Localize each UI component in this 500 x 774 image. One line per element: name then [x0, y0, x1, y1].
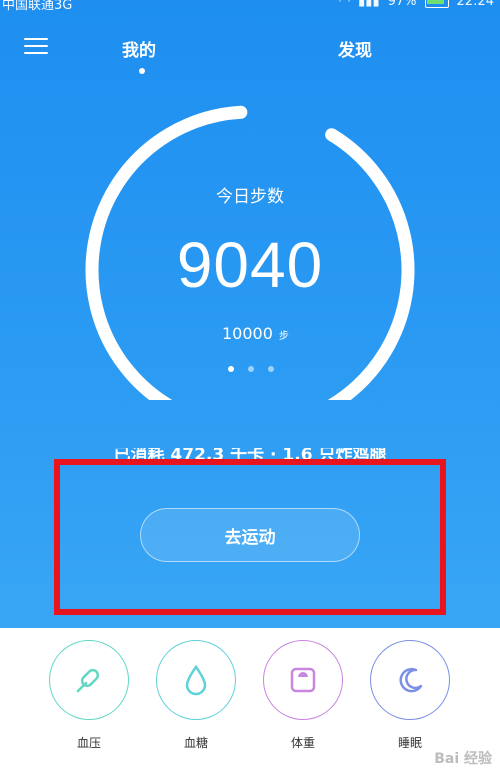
steps-count: 9040 — [176, 229, 324, 301]
clock: 22:24 — [456, 0, 494, 9]
metric-blood-pressure[interactable]: 血压 — [47, 640, 131, 751]
metric-circle — [370, 640, 450, 720]
carrier-label: 中国联通3G — [2, 0, 73, 13]
blood-pressure-icon — [76, 668, 100, 693]
metric-label: 血压 — [76, 736, 101, 750]
wifi-icon: ◠ — [338, 0, 351, 9]
metric-blood-sugar[interactable]: 血糖 — [154, 640, 238, 751]
health-metrics-bar: 血压 血糖 体重 睡眠 Bai 经验 — [0, 628, 500, 774]
metric-sleep[interactable]: 睡眠 — [368, 640, 452, 751]
steps-goal-value: 10000 — [222, 324, 273, 343]
metric-circle — [49, 640, 129, 720]
watermark: Bai 经验 — [434, 751, 492, 767]
blood-drop-icon — [185, 664, 207, 696]
highlight-annotation — [54, 459, 446, 615]
steps-goal: 10000 步 — [222, 324, 289, 343]
battery-percent: 97% — [387, 0, 417, 9]
metric-weight[interactable]: 体重 — [261, 640, 345, 751]
tab-mine[interactable]: 我的 — [122, 36, 156, 61]
metric-label: 血糖 — [183, 736, 208, 750]
page-indicator — [228, 366, 274, 372]
signal-icon: ▮▮▮ — [358, 0, 380, 9]
battery-icon — [424, 0, 449, 8]
steps-title: 今日步数 — [216, 187, 284, 207]
tab-discover[interactable]: 发现 — [338, 36, 372, 61]
page-dot — [268, 366, 274, 372]
scale-icon — [290, 667, 316, 693]
page-dot — [248, 366, 254, 372]
metric-circle — [263, 640, 343, 720]
active-tab-indicator — [139, 68, 145, 74]
steps-goal-unit: 步 — [278, 331, 289, 342]
metric-circle — [156, 640, 236, 720]
status-bar: 中国联通3G ◠ ▮▮▮ 97% 22:24 — [0, 0, 500, 13]
moon-icon — [399, 667, 423, 693]
page-dot — [228, 366, 234, 372]
menu-icon[interactable] — [24, 38, 48, 56]
home-screen: 中国联通3G ◠ ▮▮▮ 97% 22:24 我的 发现 今日步数 9040 1… — [0, 0, 500, 628]
metric-label: 体重 — [290, 736, 315, 750]
